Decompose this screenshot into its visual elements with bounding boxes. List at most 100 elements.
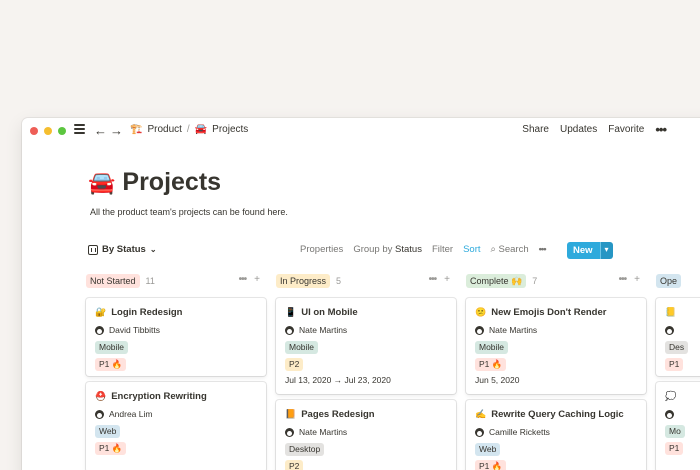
breadcrumb-separator: / bbox=[186, 124, 190, 135]
view-selector[interactable]: By Status ⌄ bbox=[88, 244, 157, 255]
view-tools: Properties Group by Status Filter Sort ⌕… bbox=[300, 244, 547, 255]
card-emoji-icon: 📒 bbox=[665, 306, 677, 317]
page-emoji-icon[interactable]: 🚘 bbox=[88, 170, 115, 196]
avatar bbox=[665, 325, 674, 335]
top-actions: Share Updates Favorite ••• bbox=[522, 123, 667, 136]
column-header: Not Started 11 ••• + bbox=[86, 274, 266, 290]
priority-tag: P1 🔥 bbox=[475, 460, 507, 470]
avatar bbox=[475, 427, 484, 437]
board-card[interactable]: 📙 Pages Redesign Nate Martins Desktop P2 bbox=[276, 400, 456, 470]
avatar bbox=[665, 409, 674, 419]
column-header: Ope bbox=[656, 274, 700, 290]
column-header: In Progress 5 ••• + bbox=[276, 274, 456, 290]
favorite-button[interactable]: Favorite bbox=[608, 124, 644, 135]
column-count: 7 bbox=[532, 276, 538, 286]
title-bar: ← → 🏗️ Product / 🚘 Projects Share Update… bbox=[22, 118, 700, 144]
view-toolbar: By Status ⌄ Properties Group by Status F… bbox=[88, 242, 700, 260]
card-title: Rewrite Query Caching Logic bbox=[491, 408, 624, 420]
board-card[interactable]: 🔐 Login Redesign David Tibbitts Mobile P1… bbox=[86, 298, 266, 376]
board-column-in-progress: In Progress 5 ••• + 📱 UI on Mobile Nate Mar… bbox=[276, 274, 456, 470]
view-more-icon[interactable]: ••• bbox=[539, 244, 547, 255]
filter-button[interactable]: Filter bbox=[432, 244, 453, 255]
column-add-icon[interactable]: + bbox=[444, 274, 450, 285]
board-card[interactable]: 💭 Mo P1 bbox=[656, 382, 700, 470]
column-add-icon[interactable]: + bbox=[254, 274, 260, 285]
board-card[interactable]: 📒 Des P1 bbox=[656, 298, 700, 376]
priority-tag: P1 bbox=[665, 442, 684, 455]
close-window-button[interactable] bbox=[30, 127, 38, 135]
page-title: 🚘 Projects bbox=[88, 168, 221, 197]
forward-arrow-icon[interactable]: → bbox=[110, 122, 123, 140]
new-button-group: New ▾ bbox=[567, 242, 613, 259]
card-title: Encryption Rewriting bbox=[111, 390, 207, 402]
card-assignee: Andrea Lim bbox=[109, 409, 153, 419]
page-title-text[interactable]: Projects bbox=[122, 168, 221, 197]
avatar bbox=[475, 325, 484, 335]
priority-tag: P1 🔥 bbox=[95, 442, 127, 455]
card-assignee: David Tibbitts bbox=[109, 325, 161, 335]
more-options-icon[interactable]: ••• bbox=[655, 123, 667, 136]
column-status-badge[interactable]: Complete 🙌 bbox=[466, 274, 527, 288]
share-button[interactable]: Share bbox=[522, 124, 549, 135]
board-column-open: Ope 📒 Des P1 💭 Mo P1 bbox=[656, 274, 700, 470]
page-description[interactable]: All the product team's projects can be f… bbox=[90, 207, 288, 217]
sort-button[interactable]: Sort bbox=[463, 244, 480, 255]
search-label: Search bbox=[498, 244, 529, 255]
card-assignee: Nate Martins bbox=[299, 427, 348, 437]
breadcrumb-projects-icon: 🚘 bbox=[194, 124, 208, 135]
breadcrumb-product-icon: 🏗️ bbox=[130, 124, 143, 135]
column-more-icon[interactable]: ••• bbox=[429, 274, 437, 285]
card-title: Login Redesign bbox=[111, 306, 183, 318]
properties-button[interactable]: Properties bbox=[300, 244, 343, 255]
card-emoji-icon: 🔐 bbox=[95, 306, 107, 317]
column-count: 11 bbox=[145, 276, 155, 286]
card-emoji-icon: 💭 bbox=[665, 390, 677, 401]
sidebar-toggle-icon[interactable] bbox=[74, 124, 85, 134]
card-date: Jul 13, 2020 → Jul 23, 2020 bbox=[285, 375, 391, 385]
chevron-down-icon: ⌄ bbox=[149, 245, 157, 254]
app-window: ← → 🏗️ Product / 🚘 Projects Share Update… bbox=[22, 118, 700, 470]
new-button[interactable]: New bbox=[567, 242, 600, 259]
column-count: 5 bbox=[336, 276, 342, 286]
avatar bbox=[95, 325, 104, 335]
new-dropdown-chevron-icon[interactable]: ▾ bbox=[599, 242, 613, 259]
priority-tag: P1 bbox=[665, 358, 684, 371]
search-icon: ⌕ bbox=[490, 244, 496, 255]
column-status-badge[interactable]: In Progress bbox=[276, 274, 331, 288]
minimize-window-button[interactable] bbox=[44, 127, 52, 135]
card-assignee: Camille Ricketts bbox=[489, 427, 550, 437]
board-card[interactable]: 😕 New Emojis Don't Render Nate Martins Mo… bbox=[466, 298, 646, 394]
column-more-icon[interactable]: ••• bbox=[239, 274, 247, 285]
group-by-value: Status bbox=[395, 244, 422, 255]
maximize-window-button[interactable] bbox=[58, 127, 66, 135]
column-header: Complete 🙌 7 ••• + bbox=[466, 274, 646, 290]
board-card[interactable]: 📱 UI on Mobile Nate Martins Mobile P2 Jul… bbox=[276, 298, 456, 394]
updates-button[interactable]: Updates bbox=[560, 124, 597, 135]
group-by-label: Group by bbox=[353, 244, 393, 255]
breadcrumb-product[interactable]: Product bbox=[147, 124, 181, 135]
column-add-icon[interactable]: + bbox=[634, 274, 640, 285]
column-status-badge[interactable]: Not Started bbox=[86, 274, 140, 288]
avatar bbox=[95, 409, 104, 419]
card-emoji-icon: 😕 bbox=[475, 306, 487, 317]
card-assignee: Nate Martins bbox=[299, 325, 348, 335]
column-more-icon[interactable]: ••• bbox=[619, 274, 627, 285]
priority-tag: P2 bbox=[285, 358, 304, 371]
card-emoji-icon: 📙 bbox=[285, 408, 297, 419]
avatar bbox=[285, 427, 294, 437]
card-title: UI on Mobile bbox=[301, 306, 358, 318]
column-status-badge[interactable]: Ope bbox=[656, 274, 682, 288]
group-by-button[interactable]: Group by Status bbox=[353, 244, 422, 255]
board-card[interactable]: ⛑️ Encryption Rewriting Andrea Lim Web P1… bbox=[86, 382, 266, 470]
breadcrumb-projects[interactable]: Projects bbox=[212, 124, 248, 135]
card-emoji-icon: ✍️ bbox=[475, 408, 487, 419]
card-title: New Emojis Don't Render bbox=[491, 306, 607, 318]
back-arrow-icon[interactable]: ← bbox=[94, 122, 107, 140]
priority-tag: P1 🔥 bbox=[475, 358, 507, 371]
priority-tag: P1 🔥 bbox=[95, 358, 127, 371]
search-button[interactable]: ⌕ Search bbox=[491, 244, 529, 255]
board-card[interactable]: ✍️ Rewrite Query Caching Logic Camille Ri… bbox=[466, 400, 646, 470]
card-emoji-icon: ⛑️ bbox=[95, 390, 107, 401]
priority-tag: P2 bbox=[285, 460, 304, 470]
avatar bbox=[285, 325, 294, 335]
